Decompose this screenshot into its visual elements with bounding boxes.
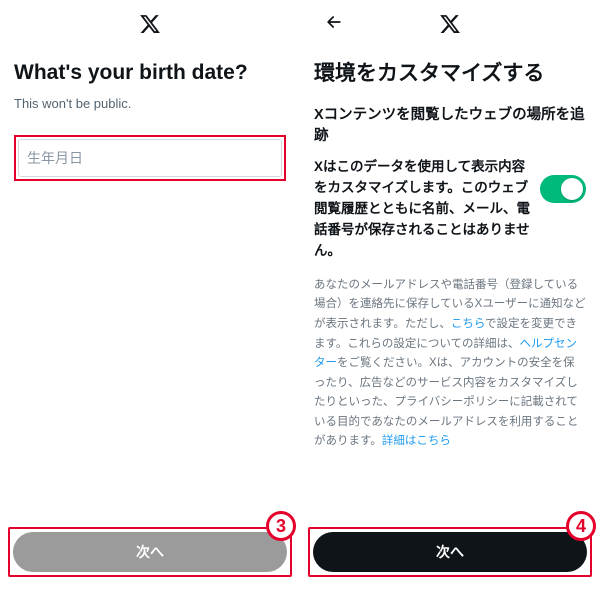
- screenshot-pair: What's your birth date? This won't be pu…: [0, 0, 600, 595]
- fine-text-1c: をご覧ください。Xは、アカウントの安全を保ったり、広告などのサービス内容をカスタ…: [314, 357, 578, 447]
- bottom-bar-left: 3 次へ: [8, 527, 292, 577]
- arrow-left-icon: [324, 12, 344, 37]
- x-logo-icon: [139, 13, 161, 35]
- toggle-description: Xはこのデータを使用して表示内容をカスタマイズします。このウェブ閲覧履歴とともに…: [314, 157, 530, 262]
- link-kochira-1[interactable]: こちら: [451, 318, 485, 330]
- step-badge-4: 4: [566, 511, 596, 541]
- page-title: What's your birth date?: [14, 60, 286, 86]
- topbar-right: [314, 0, 586, 48]
- next-highlight-right: 次へ: [308, 527, 592, 577]
- tracking-toggle-row: Xはこのデータを使用して表示内容をカスタマイズします。このウェブ閲覧履歴とともに…: [314, 157, 586, 262]
- birthdate-input[interactable]: [18, 139, 282, 177]
- pane-customize: 環境をカスタマイズする Xコンテンツを閲覧したウェブの場所を追跡 Xはこのデータ…: [300, 0, 600, 595]
- toggle-knob: [561, 178, 583, 200]
- fine-print: あなたのメールアドレスや電話番号（登録している場合）を連絡先に保存しているXユー…: [314, 276, 586, 452]
- pane-birthdate: What's your birth date? This won't be pu…: [0, 0, 300, 595]
- next-highlight-left: 次へ: [8, 527, 292, 577]
- page-title: 環境をカスタマイズする: [314, 60, 586, 87]
- tracking-toggle[interactable]: [540, 175, 586, 203]
- section-title: Xコンテンツを閲覧したウェブの場所を追跡: [314, 105, 586, 147]
- next-button-disabled[interactable]: 次へ: [13, 532, 287, 572]
- link-details[interactable]: 詳細はこちら: [382, 435, 451, 447]
- back-button[interactable]: [318, 8, 350, 40]
- x-logo-icon: [439, 13, 461, 35]
- birthdate-highlight: [14, 135, 286, 181]
- step-badge-3: 3: [266, 511, 296, 541]
- next-button[interactable]: 次へ: [313, 532, 587, 572]
- bottom-bar-right: 4 次へ: [308, 527, 592, 577]
- topbar-left: [14, 0, 286, 48]
- page-subtitle: This won't be public.: [14, 96, 286, 111]
